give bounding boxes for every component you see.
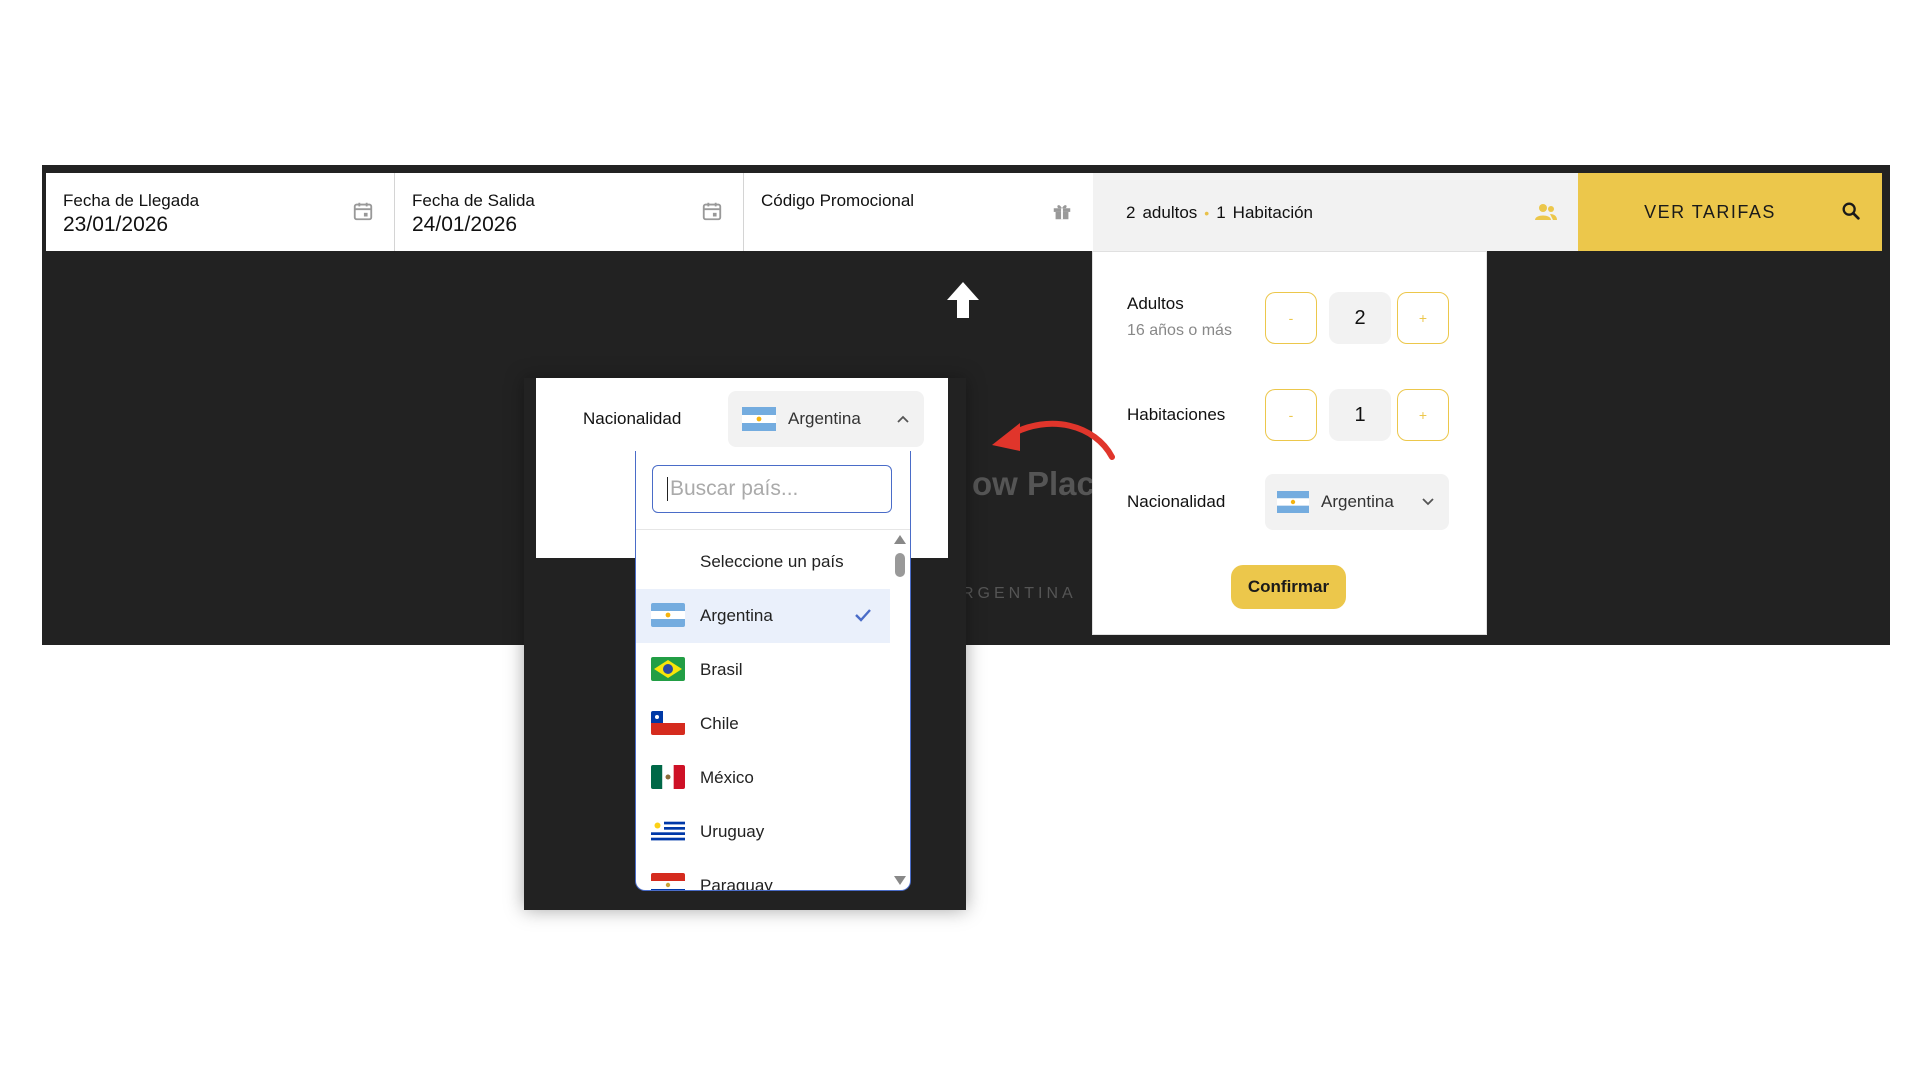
country-search-placeholder: Buscar país... (670, 477, 799, 500)
rooms-value: 1 (1329, 389, 1391, 441)
annotation-curved-arrow-icon (992, 420, 1115, 460)
rooms-label: Habitaciones (1127, 405, 1226, 424)
inset-nationality-label: Nacionalidad (583, 409, 682, 428)
uruguay-flag-icon (651, 819, 685, 843)
search-bar: Fecha de Llegada 23/01/2026 Fecha de Sal… (46, 173, 1882, 251)
adults-decrement-button[interactable]: - (1265, 292, 1317, 344)
option-label: Chile (700, 714, 739, 733)
rooms-label: Habitación (1232, 203, 1313, 222)
option-chile[interactable]: Chile (636, 697, 890, 751)
mexico-flag-icon (651, 765, 685, 789)
option-uruguay[interactable]: Uruguay (636, 805, 890, 859)
rooms-count: 1 (1216, 203, 1226, 222)
rooms-increment-button[interactable]: + (1397, 389, 1449, 441)
nationality-value: Argentina (1321, 492, 1394, 511)
option-label: Paraguay (700, 876, 773, 891)
arrival-date-field[interactable]: Fecha de Llegada 23/01/2026 (46, 173, 395, 251)
option-label: Uruguay (700, 822, 765, 841)
text-caret (667, 477, 668, 501)
country-options: Seleccione un país Argentina Brasil Chil… (636, 535, 890, 891)
paraguay-flag-icon (651, 873, 685, 890)
gift-icon (1053, 205, 1071, 220)
country-dropdown: Buscar país... Seleccione un país Argent… (635, 451, 911, 891)
zoom-inset: Nacionalidad Argentina Buscar país... Se… (524, 378, 966, 910)
adults-value: 2 (1329, 292, 1391, 344)
dropdown-scrollbar[interactable] (894, 535, 906, 885)
adults-increment-button[interactable]: + (1397, 292, 1449, 344)
search-icon (1842, 202, 1860, 220)
nationality-label: Nacionalidad (1127, 492, 1226, 511)
departure-date-value: 24/01/2026 (412, 213, 518, 236)
guests-panel: Adultos 16 años o más - 2 + Habitaciones… (1092, 251, 1487, 635)
divider (636, 529, 910, 530)
scroll-up-arrow-icon[interactable] (894, 535, 906, 544)
scroll-down-arrow-icon[interactable] (894, 876, 906, 885)
guests-selector[interactable]: 2 adultos • 1 Habitación (1093, 173, 1578, 251)
option-label: Argentina (700, 606, 773, 625)
arrival-date-label: Fecha de Llegada (63, 191, 200, 210)
chevron-up-icon (897, 415, 909, 423)
option-brasil[interactable]: Brasil (636, 643, 890, 697)
option-placeholder[interactable]: Seleccione un país (636, 535, 890, 589)
chile-flag-icon (651, 711, 685, 735)
option-paraguay[interactable]: Paraguay (636, 859, 890, 891)
argentina-flag-icon (651, 603, 685, 627)
argentina-flag-icon (742, 407, 776, 431)
inset-nationality-select[interactable]: Argentina (728, 391, 924, 447)
view-rates-label: VER TARIFAS (1644, 201, 1776, 222)
arrival-date-value: 23/01/2026 (63, 213, 169, 236)
calendar-icon[interactable] (352, 200, 374, 222)
up-arrow-icon (947, 282, 979, 318)
booking-widget-screenshot: Fecha de Llegada 23/01/2026 Fecha de Sal… (42, 165, 1890, 645)
departure-date-label: Fecha de Salida (412, 191, 535, 210)
option-label: México (700, 768, 754, 787)
promo-code-field[interactable]: Código Promocional (744, 173, 1093, 251)
scroll-thumb[interactable] (895, 553, 905, 577)
country-search-input[interactable]: Buscar país... (652, 465, 892, 513)
separator-dot: • (1204, 205, 1210, 221)
option-label: Brasil (700, 660, 743, 679)
adults-count: 2 (1126, 203, 1136, 222)
guests-summary: 2 adultos • 1 Habitación (1126, 203, 1313, 223)
argentina-flag-icon (1277, 491, 1309, 513)
promo-code-label: Código Promocional (761, 191, 915, 210)
option-label: Seleccione un país (700, 552, 844, 571)
adults-label: adultos (1142, 203, 1198, 222)
nationality-select[interactable]: Argentina (1265, 474, 1449, 530)
calendar-icon[interactable] (701, 200, 723, 222)
rooms-decrement-button[interactable]: - (1265, 389, 1317, 441)
adults-sublabel: 16 años o más (1127, 322, 1232, 339)
departure-date-field[interactable]: Fecha de Salida 24/01/2026 (395, 173, 744, 251)
brasil-flag-icon (651, 657, 685, 681)
option-argentina[interactable]: Argentina (636, 589, 890, 643)
users-icon (1535, 204, 1557, 220)
checkmark-icon (855, 609, 871, 622)
option-mexico[interactable]: México (636, 751, 890, 805)
chevron-down-icon (1422, 498, 1434, 506)
confirm-button[interactable]: Confirmar (1231, 565, 1346, 609)
view-rates-button[interactable]: VER TARIFAS (1578, 173, 1882, 251)
adults-label: Adultos (1127, 294, 1184, 313)
inset-nationality-value: Argentina (788, 409, 861, 428)
background-subtitle-fragment: RGENTINA (962, 585, 1077, 602)
